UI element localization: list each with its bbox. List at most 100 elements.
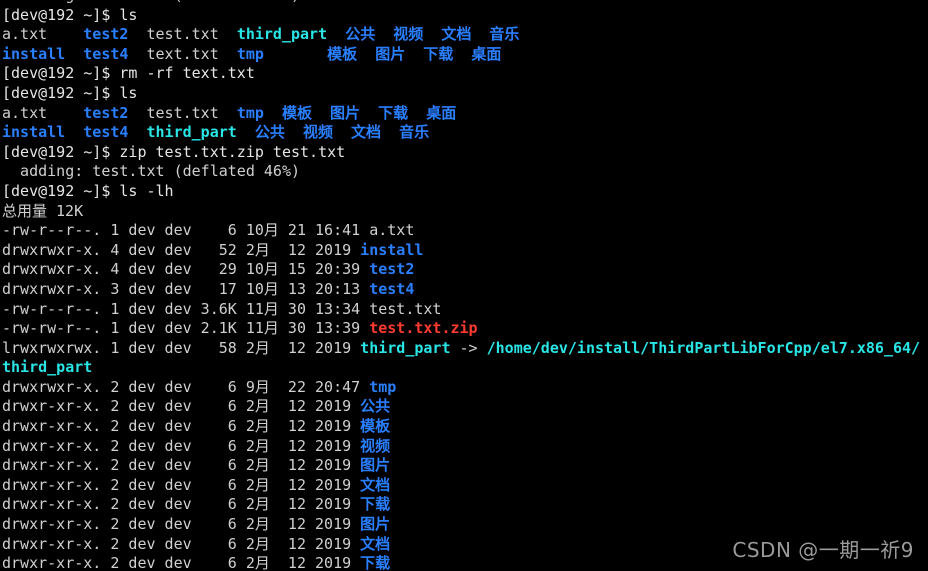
terminal-line: drwxrwxr-x. 4 dev dev 52 2月 12 2019 inst… <box>2 241 926 261</box>
terminal-line: drwxrwxr-x. 4 dev dev 29 10月 15 20:39 te… <box>2 260 926 280</box>
terminal-line: -rw-r--r--. 1 dev dev 6 10月 21 16:41 a.t… <box>2 221 926 241</box>
terminal-token: test2 <box>369 260 415 279</box>
terminal-line: install test4 text.txt tmp 模板 图片 下载 桌面 <box>2 45 926 65</box>
terminal-token: drwxrwxr-x. 3 dev dev 17 10月 13 20:13 <box>2 279 370 298</box>
terminal-token: 下载 <box>423 44 454 63</box>
terminal-token: test.txt <box>128 25 237 44</box>
terminal-token: text.txt <box>128 44 237 63</box>
terminal-line: drwxr-xr-x. 2 dev dev 6 2月 12 2019 文档 <box>2 476 926 496</box>
terminal-token: test4 <box>83 44 129 63</box>
terminal-token: 图片 <box>360 456 391 475</box>
terminal-token: drwxr-xr-x. 2 dev dev 6 2月 12 2019 <box>2 515 361 534</box>
terminal-line: [dev@192 ~]$ ls <box>2 6 926 26</box>
terminal-token: -rw-r--r--. 1 dev dev 3.6K 11月 30 13:34 <box>2 299 370 318</box>
terminal-token: lrwxrwxrwx. 1 dev dev 58 2月 12 2019 <box>2 338 361 357</box>
terminal-token: 音乐 <box>489 25 520 44</box>
terminal-token: 图片 <box>360 515 391 534</box>
terminal-line: drwxr-xr-x. 2 dev dev 6 2月 12 2019 图片 <box>2 456 926 476</box>
terminal-token: tmp <box>236 103 264 122</box>
terminal-output-area[interactable]: adding: test.txt (deflated 46%)[dev@192 … <box>0 0 928 571</box>
terminal-token: third_part <box>146 123 237 142</box>
terminal-token: 视频 <box>393 25 424 44</box>
terminal-line: 总用量 12K <box>2 202 926 222</box>
terminal-token: a.txt <box>369 221 415 240</box>
terminal-token: test2 <box>83 103 129 122</box>
terminal-token: 下载 <box>378 103 409 122</box>
terminal-line: drwxr-xr-x. 2 dev dev 6 2月 12 2019 下载 <box>2 554 926 571</box>
terminal-token: drwxrwxr-x. 4 dev dev 52 2月 12 2019 <box>2 240 361 259</box>
terminal-token: install <box>2 44 66 63</box>
terminal-token: drwxr-xr-x. 2 dev dev 6 2月 12 2019 <box>2 456 361 475</box>
terminal-token: 文档 <box>360 475 391 494</box>
terminal-token: 文档 <box>351 123 382 142</box>
terminal-token: 公共 <box>360 397 391 416</box>
terminal-token: [dev@192 ~]$ ls <box>2 5 138 24</box>
terminal-token: adding: test.txt (deflated 46%) <box>2 162 301 181</box>
terminal-token: drwxr-xr-x. 2 dev dev 6 2月 12 2019 <box>2 475 361 494</box>
terminal-token: -rw-rw-r--. 1 dev dev 2.1K 11月 30 13:39 <box>2 319 370 338</box>
terminal-token: [dev@192 ~]$ ls <box>2 83 138 102</box>
terminal-token: third_part <box>2 358 93 377</box>
terminal-token: install <box>360 240 424 259</box>
terminal-token: 文档 <box>360 534 391 553</box>
terminal-line: drwxr-xr-x. 2 dev dev 6 2月 12 2019 文档 <box>2 535 926 555</box>
terminal-token: test.txt.zip <box>369 319 478 338</box>
terminal-line: [dev@192 ~]$ rm -rf text.txt <box>2 64 926 84</box>
terminal-token: 桌面 <box>426 103 457 122</box>
terminal-token: third_part <box>360 338 451 357</box>
terminal-token: drwxr-xr-x. 2 dev dev 6 2月 12 2019 <box>2 436 361 455</box>
terminal-line: drwxr-xr-x. 2 dev dev 6 2月 12 2019 视频 <box>2 437 926 457</box>
terminal-token: [dev@192 ~]$ rm -rf text.txt <box>2 64 255 83</box>
terminal-token: 公共 <box>345 25 376 44</box>
terminal-line: a.txt test2 test.txt tmp 模板 图片 下载 桌面 <box>2 104 926 124</box>
terminal-window[interactable]: adding: test.txt (deflated 46%)[dev@192 … <box>0 0 928 571</box>
terminal-token: drwxr-xr-x. 2 dev dev 6 2月 12 2019 <box>2 554 361 571</box>
terminal-token: test2 <box>83 25 129 44</box>
terminal-token: tmp <box>236 44 264 63</box>
terminal-token: 图片 <box>330 103 361 122</box>
terminal-line: drwxrwxr-x. 2 dev dev 6 9月 22 20:47 tmp <box>2 378 926 398</box>
terminal-token: 桌面 <box>471 44 502 63</box>
terminal-line: -rw-r--r--. 1 dev dev 3.6K 11月 30 13:34 … <box>2 300 926 320</box>
terminal-token: drwxr-xr-x. 2 dev dev 6 2月 12 2019 <box>2 534 361 553</box>
terminal-token: drwxr-xr-x. 2 dev dev 6 2月 12 2019 <box>2 417 361 436</box>
terminal-line: drwxrwxr-x. 3 dev dev 17 10月 13 20:13 te… <box>2 280 926 300</box>
terminal-token: 文档 <box>441 25 472 44</box>
terminal-token: test4 <box>83 123 129 142</box>
terminal-line: adding: test.txt (deflated 46%) <box>2 162 926 182</box>
terminal-token: drwxr-xr-x. 2 dev dev 6 2月 12 2019 <box>2 495 361 514</box>
terminal-token: install <box>2 123 66 142</box>
terminal-token: 图片 <box>375 44 406 63</box>
terminal-line: drwxr-xr-x. 2 dev dev 6 2月 12 2019 下载 <box>2 495 926 515</box>
terminal-token: drwxrwxr-x. 2 dev dev 6 9月 22 20:47 <box>2 377 370 396</box>
terminal-token: 模板 <box>360 417 391 436</box>
terminal-line: drwxr-xr-x. 2 dev dev 6 2月 12 2019 模板 <box>2 417 926 437</box>
terminal-token: adding: test.txt (deflated 46%) <box>2 0 300 4</box>
terminal-line: drwxr-xr-x. 2 dev dev 6 2月 12 2019 公共 <box>2 397 926 417</box>
terminal-token: test4 <box>369 279 415 298</box>
terminal-token: -rw-r--r--. 1 dev dev 6 10月 21 16:41 <box>2 221 370 240</box>
terminal-token: [dev@192 ~]$ ls -lh <box>2 181 174 200</box>
terminal-token: test.txt <box>369 299 442 318</box>
terminal-line: a.txt test2 test.txt third_part 公共 视频 文档… <box>2 25 926 45</box>
terminal-token: [dev@192 ~]$ zip test.txt.zip test.txt <box>2 142 346 161</box>
terminal-token: 音乐 <box>399 123 430 142</box>
terminal-line: [dev@192 ~]$ ls -lh <box>2 182 926 202</box>
